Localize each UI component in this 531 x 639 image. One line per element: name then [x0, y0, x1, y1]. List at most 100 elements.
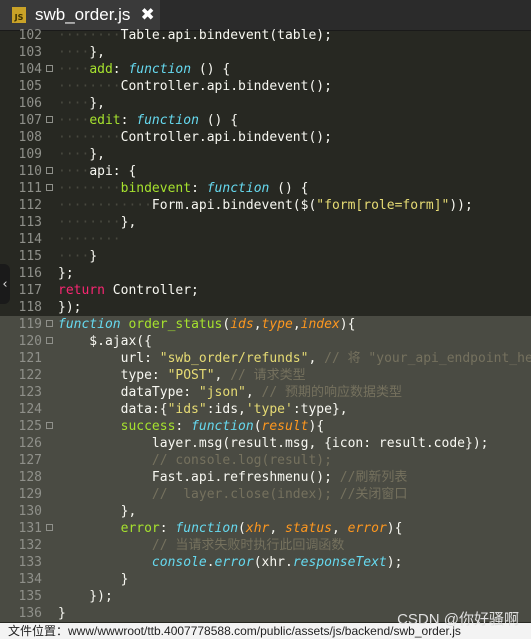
code-line[interactable]: 107 ····edit: function () { [0, 112, 531, 129]
close-icon[interactable]: ✖ [140, 5, 154, 25]
code-token: error [347, 521, 387, 536]
line-number: 130 [18, 504, 42, 519]
code-line[interactable]: 113 ········}, [0, 214, 531, 231]
code-token: result [261, 419, 309, 434]
code-line[interactable]: 116}; [0, 265, 531, 282]
code-line[interactable]: 104 ····add: function () { [0, 61, 531, 78]
code-line[interactable]: 120 $.ajax({ [0, 333, 531, 350]
collapse-sidebar-arrow-icon[interactable]: ‹ [0, 264, 10, 304]
code-token: } [58, 572, 129, 587]
code-line[interactable]: 128 Fast.api.refreshmenu(); //刷新列表 [0, 469, 531, 486]
code-line[interactable]: 109 ····}, [0, 146, 531, 163]
code-text: return Controller; [58, 282, 199, 299]
code-line[interactable]: 102 ········Table.api.bindevent(table); [0, 27, 531, 44]
code-line[interactable]: 133 console.error(xhr.responseText); [0, 554, 531, 571]
code-line[interactable]: 125 success: function(result){ [0, 418, 531, 435]
indent-guide: ···· [58, 113, 90, 128]
fold-toggle-icon[interactable] [46, 320, 53, 327]
line-number: 112 [18, 198, 42, 213]
code-token: () { [198, 113, 239, 128]
code-token: edit [89, 113, 121, 128]
code-line[interactable]: 110 ····api: { [0, 163, 531, 180]
code-token: type: [58, 368, 168, 383]
code-token: //刷新列表 [339, 470, 408, 485]
code-text: }, [58, 503, 137, 520]
code-line[interactable]: 117 return Controller; [0, 282, 531, 299]
fold-toggle-icon[interactable] [46, 116, 53, 123]
fold-toggle-icon[interactable] [46, 65, 53, 72]
code-line[interactable]: 135 }); [0, 588, 531, 605]
code-line[interactable]: 126 layer.msg(result.msg, {icon: result.… [0, 435, 531, 452]
indent-guide: ········ [58, 130, 121, 145]
code-token: // 将 "your_api_endpoint_here" [324, 351, 531, 366]
code-line[interactable]: 118}); [0, 299, 531, 316]
code-text: ········ [58, 231, 121, 248]
code-token: , [331, 521, 348, 536]
line-number: 126 [18, 436, 42, 451]
code-line[interactable]: 103 ····}, [0, 44, 531, 61]
code-line[interactable]: 131 error: function(xhr, status, error){ [0, 520, 531, 537]
code-token: }, [120, 215, 137, 230]
js-file-icon: JS [12, 7, 26, 23]
indent-guide: ···· [58, 249, 90, 264]
code-token: index [300, 317, 340, 332]
code-line[interactable]: 130 }, [0, 503, 531, 520]
code-line[interactable]: 129 // layer.close(index); //关闭窗口 [0, 486, 531, 503]
line-number: 115 [18, 249, 42, 264]
code-line[interactable]: 122 type: "POST", // 请求类型 [0, 367, 531, 384]
code-text: type: "POST", // 请求类型 [58, 367, 306, 384]
code-token: ids [230, 317, 254, 332]
fold-toggle-icon[interactable] [46, 184, 53, 191]
code-text: } [58, 605, 66, 622]
code-token: , [269, 521, 286, 536]
code-line[interactable]: 115 ····} [0, 248, 531, 265]
tab-swb-order-js[interactable]: JS swb_order.js ✖ [0, 0, 160, 30]
code-token: "ids" [167, 402, 207, 417]
line-number: 133 [18, 555, 42, 570]
code-line[interactable]: 127 // console.log(result); [0, 452, 531, 469]
code-line[interactable]: 105 ········Controller.api.bindevent(); [0, 78, 531, 95]
code-text: dataType: "json", // 预期的响应数据类型 [58, 384, 402, 401]
code-token: ){ [386, 521, 403, 536]
code-line[interactable]: 124 data:{"ids":ids,'type':type}, [0, 401, 531, 418]
code-token: dataType: [58, 385, 199, 400]
line-number: 106 [18, 96, 42, 111]
code-line[interactable]: 108 ········Controller.api.bindevent(); [0, 129, 531, 146]
code-token: url: [58, 351, 160, 366]
code-text: ····} [58, 248, 97, 265]
code-token: function [128, 62, 192, 77]
code-text: layer.msg(result.msg, {icon: result.code… [58, 435, 489, 452]
code-editor[interactable]: 102 ········Table.api.bindevent(table); 10… [0, 27, 531, 623]
line-number: 123 [18, 385, 42, 400]
code-text: data:{"ids":ids,'type':type}, [58, 401, 348, 418]
code-token: , [214, 368, 231, 383]
code-line[interactable]: 121 url: "swb_order/refunds", // 将 "your… [0, 350, 531, 367]
fold-toggle-icon[interactable] [46, 167, 53, 174]
code-text: ····add: function () { [58, 61, 230, 78]
code-line[interactable]: 112 ············Form.api.bindevent($("for… [0, 197, 531, 214]
code-line[interactable]: 132 // 当请求失败时执行此回调函数 [0, 537, 531, 554]
fold-toggle-icon[interactable] [46, 337, 53, 344]
fold-toggle-icon[interactable] [46, 524, 53, 531]
code-text: function order_status(ids,type,index){ [58, 316, 355, 333]
code-line[interactable]: 134 } [0, 571, 531, 588]
code-token: api: { [89, 164, 137, 179]
indent-guide: ···· [58, 96, 90, 111]
code-line[interactable]: 123 dataType: "json", // 预期的响应数据类型 [0, 384, 531, 401]
code-text: // 当请求失败时执行此回调函数 [58, 537, 344, 554]
code-text: // layer.close(index); //关闭窗口 [58, 486, 408, 503]
indent-guide: ············ [58, 198, 152, 213]
indent-guide: ········ [58, 232, 121, 247]
code-line[interactable]: 119 function order_status(ids,type,index)… [0, 316, 531, 333]
fold-toggle-icon[interactable] [46, 422, 53, 429]
code-line[interactable]: 114 ········ [0, 231, 531, 248]
code-text: ············Form.api.bindevent($("form[r… [58, 197, 473, 214]
code-line[interactable]: 111 ········bindevent: function () { [0, 180, 531, 197]
code-line[interactable]: 106 ····}, [0, 95, 531, 112]
code-text: success: function(result){ [58, 418, 325, 435]
code-token: (xhr. [253, 555, 293, 570]
